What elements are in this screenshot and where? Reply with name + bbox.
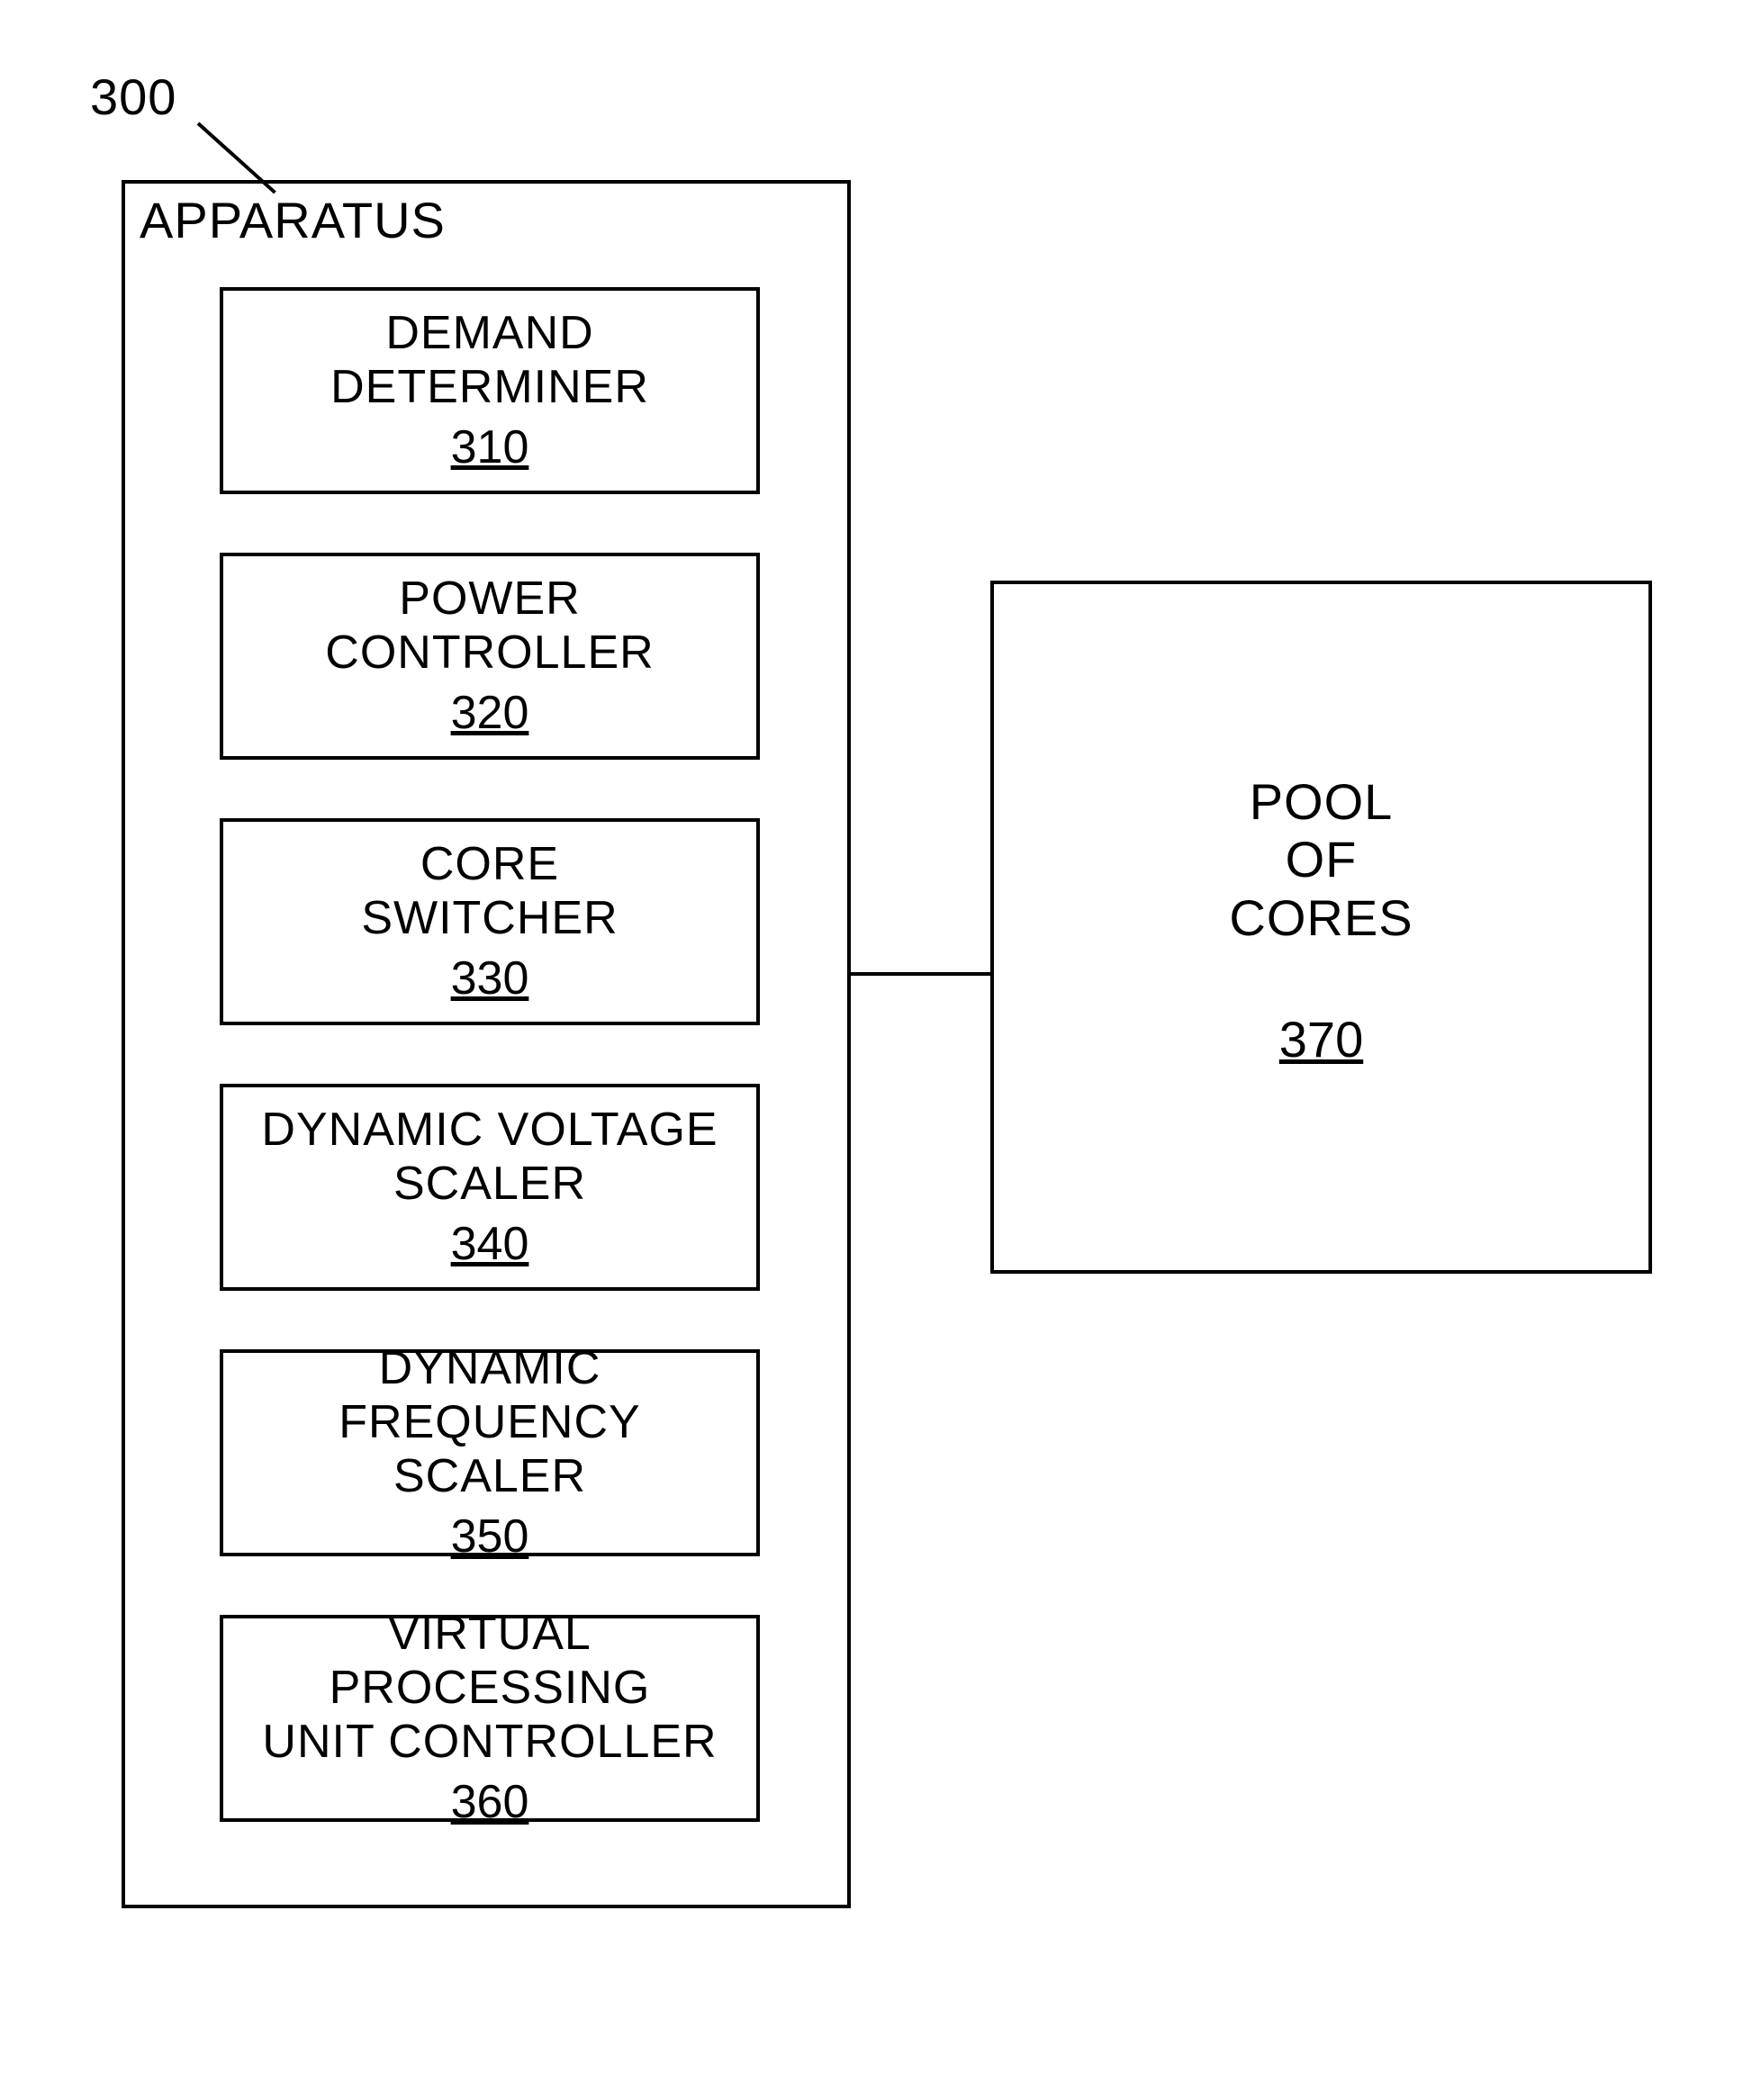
module-line: DEMAND [385,307,593,361]
module-line: UNIT CONTROLLER [262,1716,717,1770]
figure-ref-label: 300 [90,68,176,126]
module-virtual-processing-unit-controller: VIRTUAL PROCESSING UNIT CONTROLLER 360 [220,1615,760,1822]
pool-of-cores-box: POOL OF CORES 370 [990,581,1652,1274]
module-dynamic-frequency-scaler: DYNAMIC FREQUENCY SCALER 350 [220,1349,760,1556]
module-power-controller: POWER CONTROLLER 320 [220,553,760,760]
pool-line: CORES [1229,889,1413,947]
module-line: VIRTUAL PROCESSING [232,1608,747,1716]
module-dynamic-voltage-scaler: DYNAMIC VOLTAGE SCALER 340 [220,1084,760,1291]
module-line: DYNAMIC FREQUENCY [232,1342,747,1450]
pool-ref-number: 370 [1279,1010,1363,1068]
module-ref-number: 330 [451,951,529,1005]
module-core-switcher: CORE SWITCHER 330 [220,818,760,1025]
module-ref-number: 360 [451,1775,529,1829]
apparatus-title: APPARATUS [140,191,446,249]
module-demand-determiner: DEMAND DETERMINER 310 [220,287,760,494]
module-line: CONTROLLER [325,626,654,680]
module-ref-number: 320 [451,686,529,740]
pool-line: POOL [1250,773,1394,831]
module-ref-number: 350 [451,1510,529,1564]
module-ref-number: 340 [451,1217,529,1271]
module-line: DETERMINER [330,361,649,415]
module-line: DYNAMIC VOLTAGE [261,1104,718,1158]
apparatus-box: APPARATUS DEMAND DETERMINER 310 POWER CO… [122,180,851,1908]
connector-line [851,972,990,976]
module-line: SWITCHER [361,892,618,946]
pool-text-block: POOL OF CORES 370 [994,773,1648,1068]
module-line: CORE [420,838,559,892]
diagram-canvas: 300 APPARATUS DEMAND DETERMINER 310 POWE… [0,0,1752,2100]
module-ref-number: 310 [451,420,529,474]
module-line: SCALER [393,1158,586,1212]
module-line: SCALER [393,1450,586,1504]
module-line: POWER [399,572,580,626]
pool-line: OF [1286,831,1358,888]
